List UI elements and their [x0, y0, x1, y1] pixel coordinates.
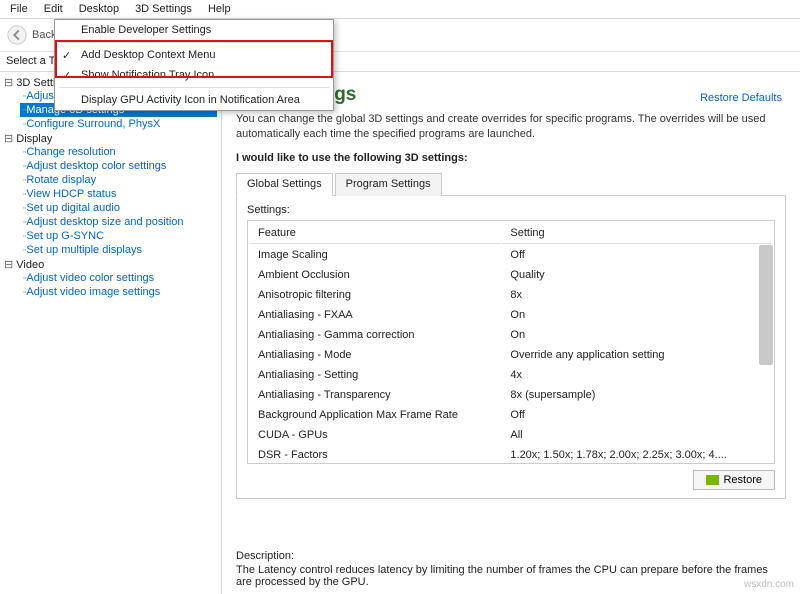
tree-item-change-resolution[interactable]: Change resolution	[20, 145, 217, 159]
restore-button[interactable]: Restore	[693, 470, 775, 490]
tree-item-adjust-size[interactable]: Adjust desktop size and position	[20, 215, 217, 229]
menu-desktop[interactable]: Desktop	[71, 1, 127, 17]
footer-label: Description:	[236, 550, 786, 562]
content-area: e 3D Settings Restore Defaults You can c…	[222, 72, 800, 594]
desktop-dropdown-menu: Enable Developer Settings Add Desktop Co…	[54, 19, 334, 111]
table-row: Anisotropic filtering8x	[250, 286, 772, 304]
menubar: File Edit Desktop 3D Settings Help	[0, 0, 800, 19]
tab-program-settings[interactable]: Program Settings	[335, 173, 442, 196]
tree-item-gsync[interactable]: Set up G-SYNC	[20, 229, 217, 243]
table-row: CUDA - GPUsAll	[250, 426, 772, 444]
menu-edit[interactable]: Edit	[36, 1, 71, 17]
table-row: Ambient OcclusionQuality	[250, 266, 772, 284]
menu-help[interactable]: Help	[200, 1, 239, 17]
sidebar-tree: 3D Setti Adjus Manage 3D settings Config…	[0, 72, 222, 594]
table-row: Background Application Max Frame RateOff	[250, 406, 772, 424]
tree-group-video[interactable]: Video	[4, 258, 217, 271]
footer-text: The Latency control reduces latency by l…	[236, 564, 786, 588]
back-arrow-icon	[6, 24, 28, 46]
watermark: wsxdn.com	[744, 579, 794, 590]
tab-global-settings[interactable]: Global Settings	[236, 173, 333, 196]
menu-3d-settings[interactable]: 3D Settings	[127, 1, 200, 17]
tree-item-video-color[interactable]: Adjust video color settings	[20, 271, 217, 285]
tree-item-multiple-displays[interactable]: Set up multiple displays	[20, 243, 217, 257]
col-setting: Setting	[502, 223, 772, 244]
menu-file[interactable]: File	[2, 1, 36, 17]
tree-item-video-image[interactable]: Adjust video image settings	[20, 285, 217, 299]
tree-item-rotate-display[interactable]: Rotate display	[20, 173, 217, 187]
tree-item-view-hdcp[interactable]: View HDCP status	[20, 187, 217, 201]
page-description: You can change the global 3D settings an…	[236, 112, 786, 142]
menu-add-context-menu[interactable]: Add Desktop Context Menu	[55, 45, 333, 65]
settings-label: Settings:	[247, 204, 775, 216]
table-row: DSR - Factors1.20x; 1.50x; 1.78x; 2.00x;…	[250, 446, 772, 464]
table-row: Antialiasing - FXAAOn	[250, 306, 772, 324]
table-row: Image ScalingOff	[250, 246, 772, 264]
menu-gpu-activity-icon[interactable]: Display GPU Activity Icon in Notificatio…	[55, 90, 333, 110]
menu-separator	[59, 42, 329, 43]
menu-show-tray-icon[interactable]: Show Notification Tray Icon	[55, 65, 333, 85]
table-row: Antialiasing - Transparency8x (supersamp…	[250, 386, 772, 404]
back-label: Back	[32, 29, 56, 41]
tab-strip: Global Settings Program Settings	[236, 172, 786, 196]
restore-defaults-link[interactable]: Restore Defaults	[700, 92, 782, 104]
scrollbar-thumb[interactable]	[759, 245, 773, 365]
table-row: Antialiasing - ModeOverride any applicat…	[250, 346, 772, 364]
settings-subheader: I would like to use the following 3D set…	[236, 152, 786, 164]
tree-item-digital-audio[interactable]: Set up digital audio	[20, 201, 217, 215]
nvidia-icon	[706, 475, 719, 485]
table-row: Antialiasing - Setting4x	[250, 366, 772, 384]
tree-item-adjust-color[interactable]: Adjust desktop color settings	[20, 159, 217, 173]
tree-group-display[interactable]: Display	[4, 132, 217, 145]
menu-separator	[59, 87, 329, 88]
menu-enable-developer[interactable]: Enable Developer Settings	[55, 20, 333, 40]
tree-item-configure-surround[interactable]: Configure Surround, PhysX	[20, 117, 217, 131]
table-row: Antialiasing - Gamma correctionOn	[250, 326, 772, 344]
settings-table[interactable]: FeatureSetting Image ScalingOff Ambient …	[247, 220, 775, 464]
footer-description: Description: The Latency control reduces…	[236, 550, 786, 588]
col-feature: Feature	[250, 223, 500, 244]
